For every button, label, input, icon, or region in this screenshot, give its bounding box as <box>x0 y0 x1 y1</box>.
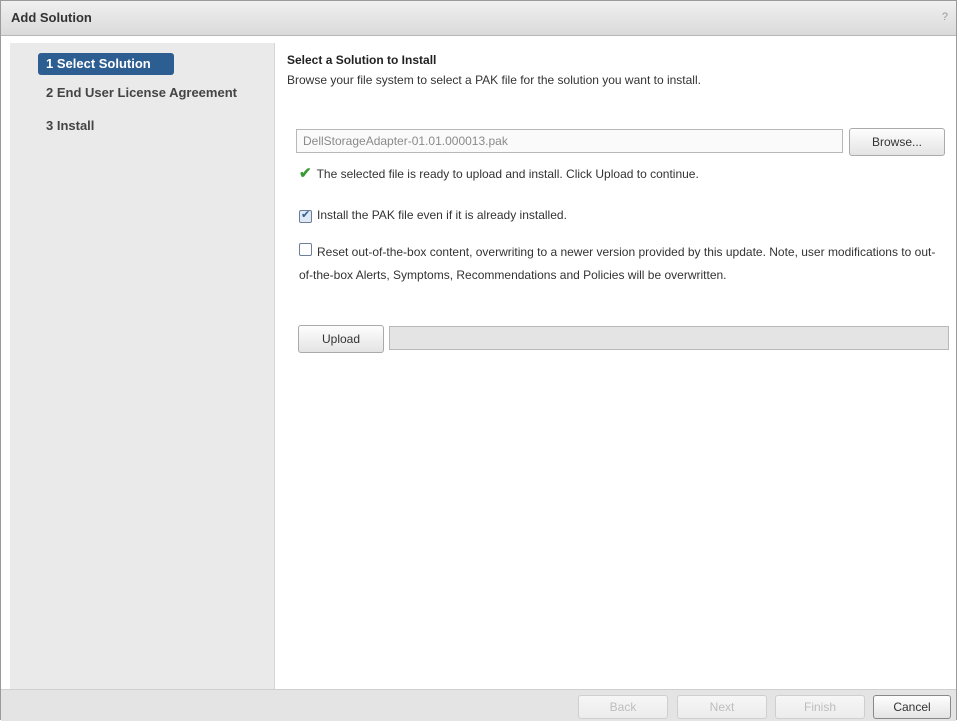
install-even-if-installed-checkbox[interactable] <box>299 208 312 223</box>
page-title: Select a Solution to Install <box>287 53 437 67</box>
add-solution-dialog: Add Solution ? 1 Select Solution 2 End U… <box>0 0 957 721</box>
success-check-icon: ✔ <box>299 165 312 182</box>
page-description: Browse your file system to select a PAK … <box>287 73 701 87</box>
file-path-field[interactable] <box>296 129 843 153</box>
next-button[interactable]: Next <box>677 695 767 719</box>
wizard-steps-sidebar <box>10 43 275 689</box>
step-install[interactable]: 3 Install <box>38 115 94 137</box>
dialog-titlebar: Add Solution ? <box>1 1 956 36</box>
status-text: The selected file is ready to upload and… <box>316 167 699 181</box>
upload-button[interactable]: Upload <box>298 325 384 353</box>
cancel-button[interactable]: Cancel <box>873 695 951 719</box>
finish-button[interactable]: Finish <box>775 695 865 719</box>
wizard-footer: Back Next Finish Cancel <box>1 689 956 721</box>
step-eula[interactable]: 2 End User License Agreement <box>38 82 237 104</box>
dialog-title: Add Solution <box>11 10 92 25</box>
file-ready-status: ✔ The selected file is ready to upload an… <box>299 164 699 182</box>
help-icon[interactable]: ? <box>942 11 948 23</box>
reset-ootb-content-label: Reset out-of-the-box content, overwritin… <box>299 245 936 282</box>
back-button[interactable]: Back <box>578 695 668 719</box>
upload-progress-bar <box>389 326 949 350</box>
install-even-if-installed-label: Install the PAK file even if it is alrea… <box>317 208 567 222</box>
browse-button[interactable]: Browse... <box>849 128 945 156</box>
step-select-solution[interactable]: 1 Select Solution <box>38 53 174 75</box>
